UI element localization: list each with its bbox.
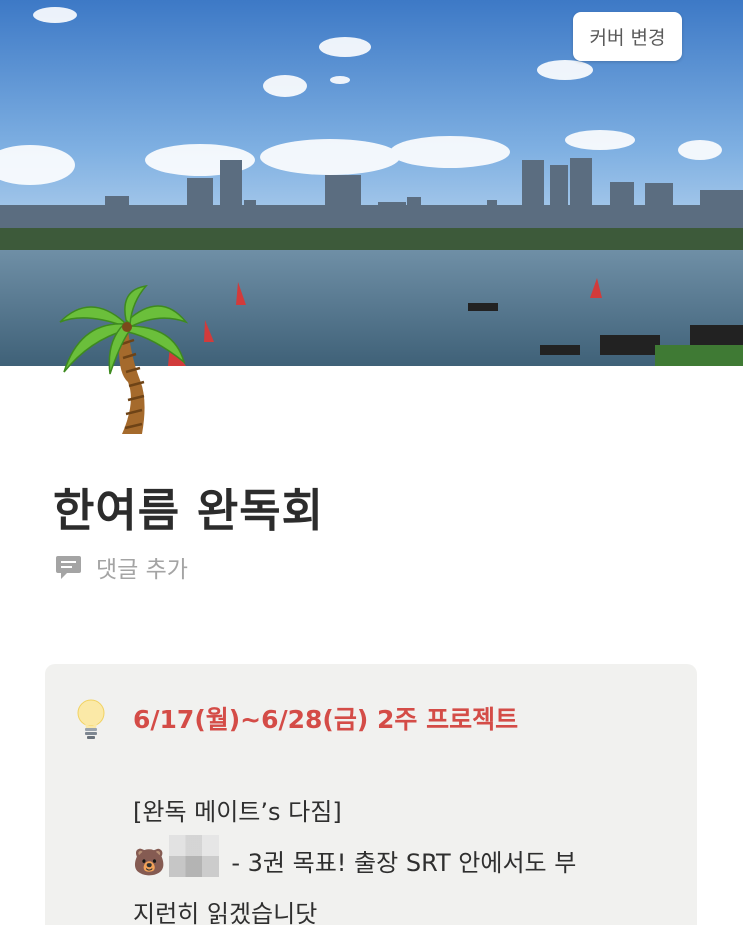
callout-heading: [완독 메이트’s 다짐]: [133, 798, 342, 826]
light-bulb-icon[interactable]: [75, 698, 107, 740]
mate-entry-text: - 3권 목표! 출장 SRT 안에서도 부: [231, 849, 577, 877]
palm-tree-icon[interactable]: [50, 282, 190, 442]
add-comment-label: 댓글 추가: [96, 557, 188, 583]
notion-page: 커버 변경 한여름 완독회 댓글 추가 6/17(월)~6/28(금) 2주 프…: [0, 0, 743, 925]
page-title[interactable]: 한여름 완독회: [53, 474, 324, 539]
callout-title[interactable]: 6/17(월)~6/28(금) 2주 프로젝트: [133, 700, 518, 736]
callout-body[interactable]: [완독 메이트’s 다짐] 🐻 - 3권 목표! 출장 SRT 안에서도 부 지…: [133, 790, 663, 925]
blurred-name: [169, 835, 231, 892]
change-cover-button[interactable]: 커버 변경: [573, 12, 682, 61]
mate-entry-continued: 지런히 읽겠습니닷: [133, 900, 318, 925]
add-comment-button[interactable]: 댓글 추가: [55, 550, 188, 584]
comment-icon: [56, 555, 81, 579]
bear-icon: 🐻: [133, 848, 166, 878]
mate-entry: 🐻 - 3권 목표! 출장 SRT 안에서도 부: [133, 835, 663, 892]
callout-block[interactable]: 6/17(월)~6/28(금) 2주 프로젝트 [완독 메이트’s 다짐] 🐻 …: [45, 664, 697, 925]
